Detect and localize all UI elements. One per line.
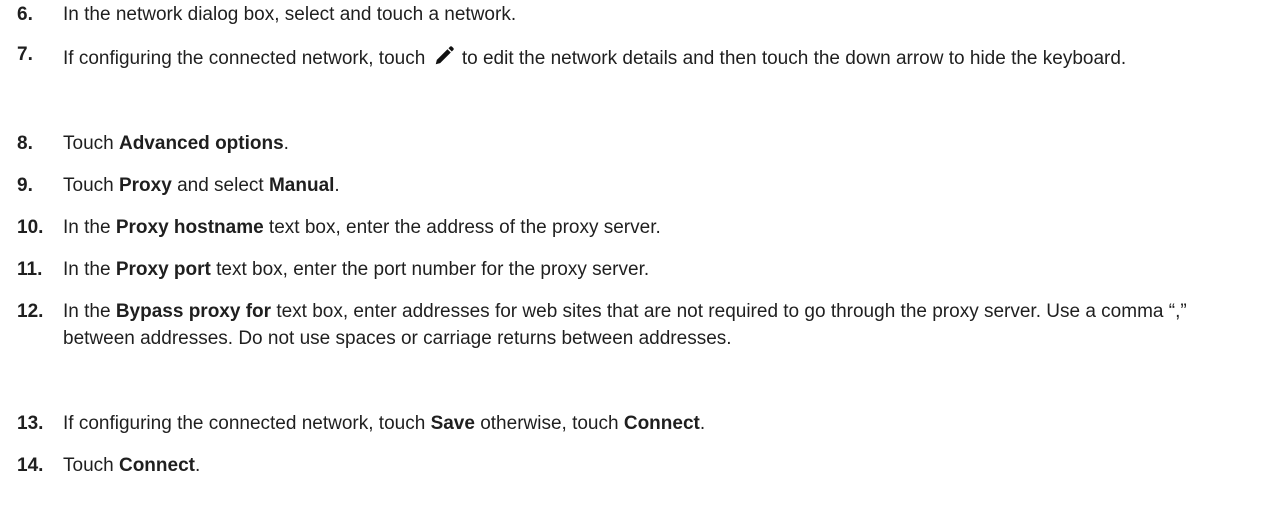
step-number: 12.	[17, 301, 44, 322]
step-text-part: text box, enter the port number for the …	[210, 259, 650, 280]
step-text-part: .	[699, 413, 706, 434]
ui-label-advanced-options: Advanced options	[118, 133, 284, 154]
ui-label-bypass-proxy-for: Bypass proxy for	[115, 301, 272, 322]
step-text-part: .	[334, 175, 340, 196]
ui-label-proxy: Proxy	[118, 175, 172, 196]
step-text-part: to edit the network details and then tou…	[456, 48, 1127, 69]
step-text-part: and select	[171, 175, 269, 196]
step-text-part: Touch	[63, 175, 119, 196]
step-text: Touch Proxy and select Manual.	[63, 172, 1248, 199]
step-number: 13.	[17, 413, 44, 434]
step-text-part: .	[194, 455, 201, 476]
step-number: 10.	[17, 217, 44, 238]
step-text-part: .	[283, 133, 289, 154]
step-number: 11.	[17, 259, 43, 280]
step-text-part: If configuring the connected network, to…	[63, 48, 431, 69]
step-text: In the Bypass proxy for text box, enter …	[63, 298, 1248, 352]
step-text-part: Touch	[63, 455, 119, 476]
step-text: Touch Connect.	[63, 452, 1248, 479]
step-text-part: In the	[63, 259, 116, 280]
ui-label-proxy-port: Proxy port	[115, 259, 211, 280]
ui-label-manual: Manual	[268, 175, 335, 196]
ui-label-connect: Connect	[623, 413, 700, 434]
step-text-part: otherwise, touch	[474, 413, 624, 434]
step-number: 8.	[17, 133, 33, 154]
step-text-part: If configuring the connected network, to…	[63, 413, 431, 434]
step-text: In the Proxy hostname text box, enter th…	[63, 214, 1248, 241]
step-text: If configuring the connected network, to…	[63, 410, 1248, 437]
ui-label-connect: Connect	[118, 455, 195, 476]
step-text-part: Touch	[63, 133, 119, 154]
step-text: Touch Advanced options.	[63, 130, 1248, 157]
step-text: In the Proxy port text box, enter the po…	[63, 256, 1248, 283]
step-number: 6.	[17, 4, 33, 25]
step-text: If configuring the connected network, to…	[63, 45, 1248, 72]
step-number: 14.	[17, 455, 44, 476]
step-text-part: text box, enter the address of the proxy…	[263, 217, 661, 238]
step-text-part: In the	[63, 301, 116, 322]
step-text-part: In the network dialog box, select and to…	[63, 4, 517, 25]
step-text: In the network dialog box, select and to…	[63, 1, 1248, 28]
ui-label-save: Save	[430, 413, 475, 434]
pencil-icon	[435, 46, 454, 65]
step-number: 9.	[17, 175, 33, 196]
step-text-part: In the	[63, 217, 116, 238]
ui-label-proxy-hostname: Proxy hostname	[115, 217, 264, 238]
step-number: 7.	[17, 44, 33, 65]
